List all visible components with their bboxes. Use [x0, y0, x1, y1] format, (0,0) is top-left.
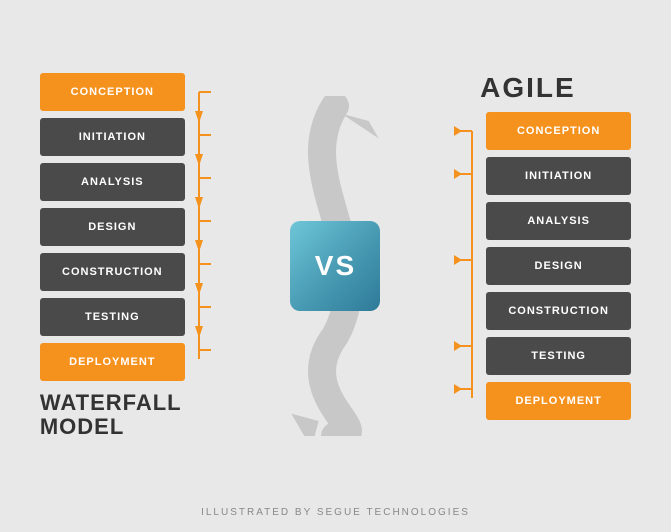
- agile-step-box: CONCEPTION: [486, 112, 631, 150]
- agile-bracket-svg: [450, 112, 482, 417]
- agile-step-row: TESTING: [486, 337, 631, 375]
- footer-text: ILLUSTRATED BY SEGUE TECHNOLOGIES: [201, 507, 470, 518]
- agile-step-box: DESIGN: [486, 247, 631, 285]
- waterfall-step-box: INITIATION: [40, 118, 185, 156]
- agile-step-box: INITIATION: [486, 157, 631, 195]
- agile-step-row: INITIATION: [486, 157, 631, 195]
- waterfall-bracket-svg: [189, 73, 221, 378]
- waterfall-steps-list: CONCEPTION INITIATION ANALYSIS DESIGN CONSTR…: [40, 73, 185, 381]
- agile-step-box: CONSTRUCTION: [486, 292, 631, 330]
- waterfall-step-box: DESIGN: [40, 208, 185, 246]
- waterfall-step-row: INITIATION: [40, 118, 185, 156]
- agile-step-box: TESTING: [486, 337, 631, 375]
- waterfall-title: WATERFALL MODEL: [40, 391, 182, 439]
- main-container: CONCEPTION INITIATION ANALYSIS DESIGN CONSTR…: [0, 0, 671, 532]
- agile-steps-connector: CONCEPTION INITIATION ANALYSIS DESIGN CONSTR…: [450, 112, 631, 420]
- waterfall-step-box: CONCEPTION: [40, 73, 185, 111]
- waterfall-step-box: DEPLOYMENT: [40, 343, 185, 381]
- waterfall-section: CONCEPTION INITIATION ANALYSIS DESIGN CONSTR…: [40, 73, 221, 439]
- waterfall-step-box: TESTING: [40, 298, 185, 336]
- waterfall-step-box: CONSTRUCTION: [40, 253, 185, 291]
- agile-title: AGILE: [480, 72, 576, 104]
- waterfall-steps-connector: CONCEPTION INITIATION ANALYSIS DESIGN CONSTR…: [40, 73, 221, 381]
- center-section: VS: [280, 96, 390, 436]
- waterfall-step-row: ANALYSIS: [40, 163, 185, 201]
- agile-section: AGILE CONCEPTIONINI: [450, 72, 631, 420]
- agile-step-row: DEPLOYMENT: [486, 382, 631, 420]
- waterfall-step-row: CONCEPTION: [40, 73, 185, 111]
- waterfall-step-box: ANALYSIS: [40, 163, 185, 201]
- agile-step-row: CONSTRUCTION: [486, 292, 631, 330]
- agile-step-box: ANALYSIS: [486, 202, 631, 240]
- vs-box: VS: [290, 221, 380, 311]
- agile-step-row: DESIGN: [486, 247, 631, 285]
- waterfall-step-row: CONSTRUCTION: [40, 253, 185, 291]
- waterfall-step-row: DEPLOYMENT: [40, 343, 185, 381]
- waterfall-step-row: DESIGN: [40, 208, 185, 246]
- vs-label: VS: [315, 250, 356, 282]
- agile-step-row: ANALYSIS: [486, 202, 631, 240]
- agile-step-row: CONCEPTION: [486, 112, 631, 150]
- agile-steps-list: CONCEPTION INITIATION ANALYSIS DESIGN CONSTR…: [486, 112, 631, 420]
- agile-step-box: DEPLOYMENT: [486, 382, 631, 420]
- waterfall-step-row: TESTING: [40, 298, 185, 336]
